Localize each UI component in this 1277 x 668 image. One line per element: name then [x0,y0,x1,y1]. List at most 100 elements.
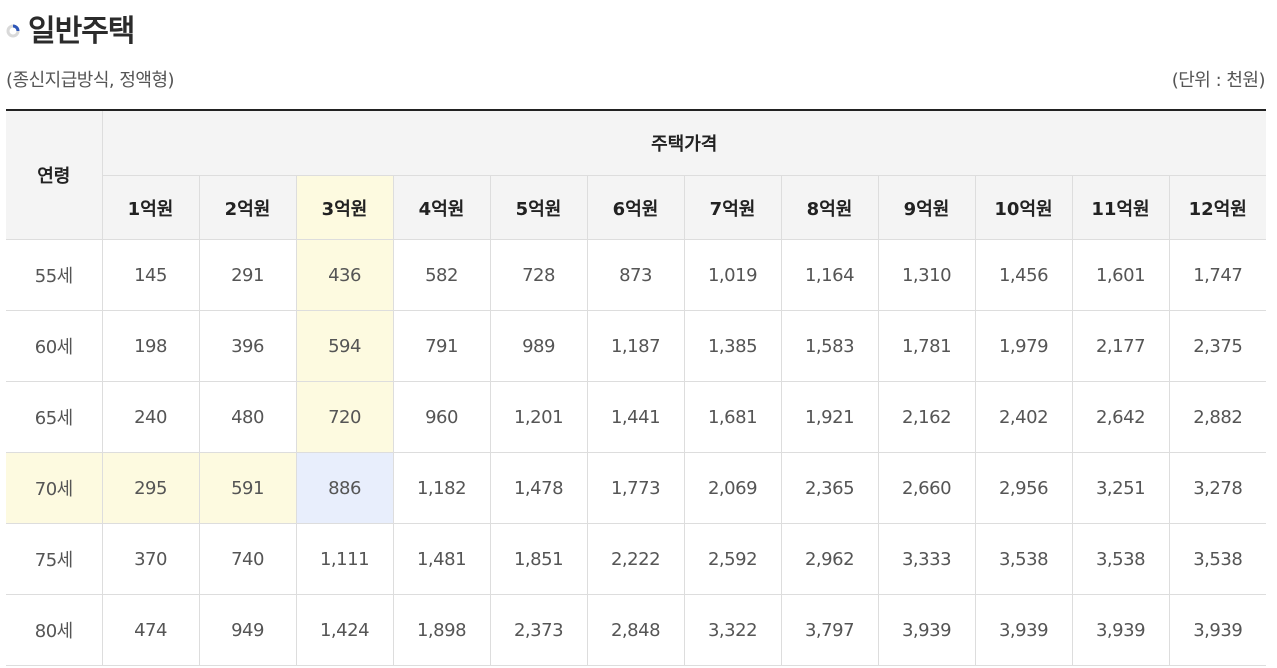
column-header: 12억원 [1168,175,1266,240]
value-cell: 1,424 [295,594,394,666]
column-header: 11억원 [1071,175,1170,240]
value-cell: 594 [295,310,394,382]
value-cell: 591 [198,452,297,524]
value-cell: 949 [198,594,297,666]
value-cell: 582 [392,239,491,311]
value-cell: 3,538 [974,523,1073,595]
value-cell: 1,921 [780,381,879,453]
value-cell: 2,222 [586,523,685,595]
column-header: 8억원 [780,175,879,240]
value-cell: 740 [198,523,297,595]
column-header: 2억원 [198,175,297,240]
unit-note: (단위 : 천원) [1171,70,1266,91]
value-cell: 1,164 [780,239,879,311]
value-cell: 1,481 [392,523,491,595]
value-cell: 2,962 [780,523,879,595]
age-cell: 55세 [6,239,103,311]
value-cell: 240 [101,381,200,453]
pension-table: 연령 주택가격 1억원 2억원 3억원 4억원 5억원 6억원 7억원 8억원 … [6,109,1266,666]
value-cell: 2,660 [877,452,976,524]
value-cell: 1,019 [683,239,782,311]
column-header: 4억원 [392,175,491,240]
value-cell: 198 [101,310,200,382]
value-cell: 1,385 [683,310,782,382]
table-row: 65세 240 480 720 960 1,201 1,441 1,681 1,921 2,162… [6,381,1266,453]
value-cell: 396 [198,310,297,382]
table-row: 60세 198 396 594 791 989 1,187 1,385 1,583 1,781 1,… [6,310,1266,382]
price-header: 주택가격 [101,109,1266,176]
value-cell: 728 [489,239,588,311]
value-cell: 3,333 [877,523,976,595]
value-cell: 2,375 [1168,310,1266,382]
value-cell: 1,182 [392,452,491,524]
value-cell: 1,201 [489,381,588,453]
value-cell: 2,848 [586,594,685,666]
value-cell: 436 [295,239,394,311]
value-cell: 1,187 [586,310,685,382]
value-cell: 791 [392,310,491,382]
value-cell: 1,601 [1071,239,1170,311]
age-cell: 75세 [6,523,103,595]
value-cell: 3,797 [780,594,879,666]
age-cell: 60세 [6,310,103,382]
value-cell: 3,251 [1071,452,1170,524]
value-cell: 2,402 [974,381,1073,453]
value-cell: 3,538 [1071,523,1170,595]
value-cell: 1,747 [1168,239,1266,311]
value-cell: 480 [198,381,297,453]
value-cell: 2,373 [489,594,588,666]
value-cell: 1,478 [489,452,588,524]
value-cell: 1,441 [586,381,685,453]
value-cell: 989 [489,310,588,382]
value-cell: 1,851 [489,523,588,595]
value-cell: 2,365 [780,452,879,524]
value-cell: 3,538 [1168,523,1266,595]
value-cell: 1,583 [780,310,879,382]
circle-bullet-icon [6,24,20,38]
value-cell: 1,781 [877,310,976,382]
age-cell: 70세 [6,452,103,524]
value-cell: 291 [198,239,297,311]
value-cell: 370 [101,523,200,595]
value-cell: 3,939 [974,594,1073,666]
value-cell: 3,322 [683,594,782,666]
table-row: 55세 145 291 436 582 728 873 1,019 1,164 1,310 1,45… [6,239,1266,311]
value-cell: 2,069 [683,452,782,524]
value-cell: 873 [586,239,685,311]
table-row: 75세 370 740 1,111 1,481 1,851 2,222 2,592 2,962 3… [6,523,1266,595]
page-title: 일반주택 [28,14,135,49]
table-row: 70세 295 591 886 1,182 1,478 1,773 2,069 2,365 2,6… [6,452,1266,524]
value-cell: 2,882 [1168,381,1266,453]
value-cell: 1,111 [295,523,394,595]
value-cell: 1,681 [683,381,782,453]
age-header: 연령 [6,109,103,240]
payment-type-note: (종신지급방식, 정액형) [6,70,175,91]
column-header: 6억원 [586,175,685,240]
value-cell: 3,278 [1168,452,1266,524]
value-cell: 1,979 [974,310,1073,382]
value-cell: 886 [295,452,394,524]
column-header: 7억원 [683,175,782,240]
table-row: 80세 474 949 1,424 1,898 2,373 2,848 3,322 3,797 3… [6,594,1266,666]
value-cell: 3,939 [877,594,976,666]
value-cell: 2,177 [1071,310,1170,382]
value-cell: 960 [392,381,491,453]
value-cell: 1,898 [392,594,491,666]
value-cell: 720 [295,381,394,453]
value-cell: 2,592 [683,523,782,595]
value-cell: 2,162 [877,381,976,453]
value-cell: 295 [101,452,200,524]
value-cell: 2,642 [1071,381,1170,453]
section-header: 일반주택 [6,8,135,49]
value-cell: 2,956 [974,452,1073,524]
value-cell: 3,939 [1071,594,1170,666]
value-cell: 1,773 [586,452,685,524]
value-cell: 3,939 [1168,594,1266,666]
column-header: 9억원 [877,175,976,240]
column-header: 1억원 [102,175,200,240]
column-header: 5억원 [489,175,588,240]
age-cell: 80세 [6,594,103,666]
column-header-highlighted: 3억원 [295,175,394,240]
age-cell: 65세 [6,381,103,453]
value-cell: 474 [101,594,200,666]
